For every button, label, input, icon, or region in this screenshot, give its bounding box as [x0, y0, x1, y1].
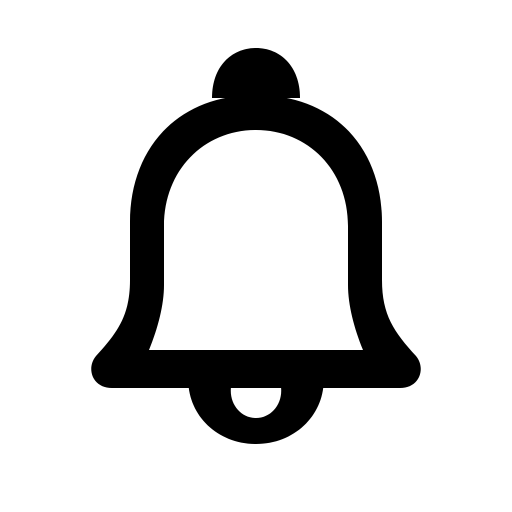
bell-icon	[91, 48, 421, 444]
icon-canvas	[0, 0, 512, 512]
bell-knob	[212, 48, 300, 98]
bell-body	[91, 95, 421, 388]
